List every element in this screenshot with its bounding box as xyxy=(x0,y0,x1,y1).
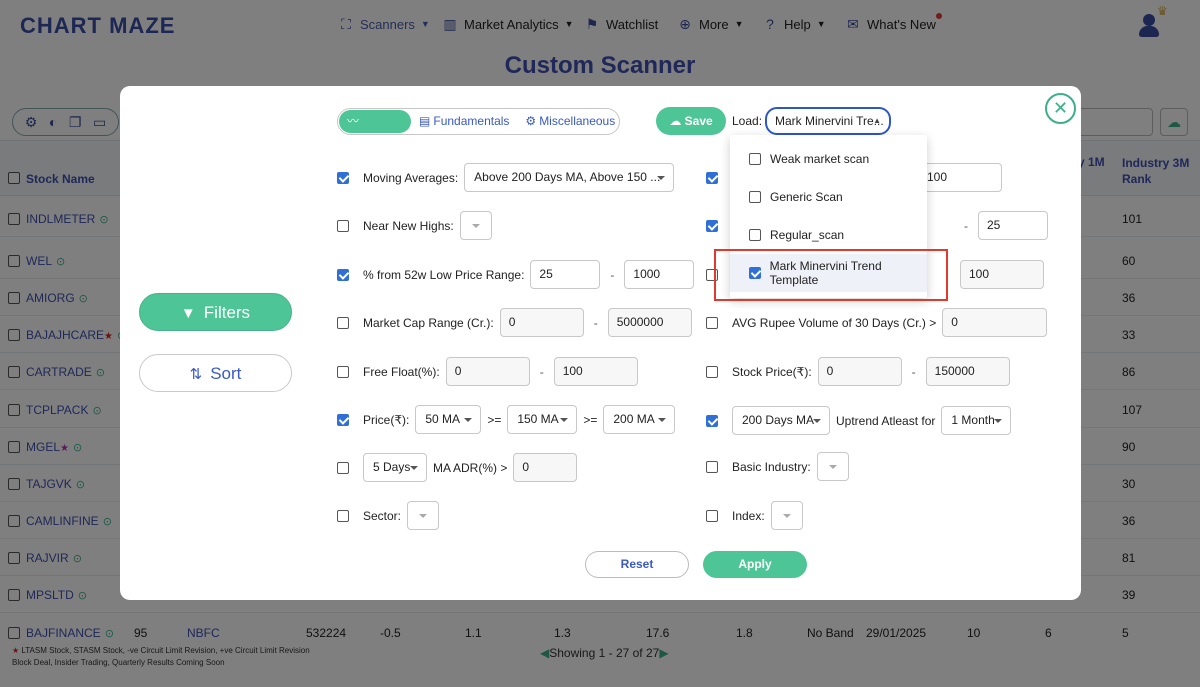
tab-fundamentals[interactable]: ▤ Fundamentals xyxy=(411,110,517,133)
sector-filter: Sector: xyxy=(337,501,440,530)
free-float-min-input[interactable]: 0 xyxy=(445,357,530,386)
cloud-upload-icon: ☁ xyxy=(669,114,685,128)
filter-tabs: 〰Technicals ▤ Fundamentals ⚙ Miscellaneous xyxy=(337,108,623,151)
basic-industry-filter: Basic Industry: xyxy=(706,452,849,481)
right-filter-2-checkbox[interactable] xyxy=(706,219,718,232)
funnel-icon: ▼ xyxy=(180,305,196,322)
52w-low-min-input[interactable]: 25 xyxy=(530,260,601,289)
close-icon[interactable]: ✕ xyxy=(1045,93,1076,124)
document-icon: ▤ xyxy=(419,114,431,128)
index-filter: Index: xyxy=(706,501,803,530)
market-cap-filter: Market Cap Range (Cr.): 0 - 5000000 xyxy=(337,308,692,337)
near-new-highs-select[interactable] xyxy=(459,211,492,240)
ma-adr-filter: 5 Days MA ADR(%) > 0 xyxy=(337,453,578,482)
right-filter-1-checkbox[interactable] xyxy=(706,171,718,184)
moving-averages-select[interactable]: Above 200 Days MA, Above 150 ... xyxy=(464,163,675,192)
save-button[interactable]: ☁ Save xyxy=(656,107,726,135)
uptrend-ma-select[interactable]: 200 Days MA xyxy=(732,406,830,435)
uptrend-filter: 200 Days MA Uptrend Atleast for 1 Month xyxy=(706,406,1012,435)
price-ma-checkbox[interactable] xyxy=(337,413,349,426)
dropdown-option-generic-scan[interactable]: Generic Scan xyxy=(730,178,927,216)
line-chart-icon: 〰 xyxy=(347,114,360,128)
sort-button[interactable]: ⇅ Sort xyxy=(139,354,292,392)
right-filter-3-input[interactable]: 100 xyxy=(960,260,1044,289)
right-filter-2-max-input[interactable]: 25 xyxy=(978,211,1048,240)
avg-rupee-volume-input[interactable]: 0 xyxy=(942,308,1048,337)
price-ma1-select[interactable]: 50 MA xyxy=(415,405,482,434)
near-new-highs-filter: Near New Highs: xyxy=(337,211,492,240)
moving-averages-checkbox[interactable] xyxy=(337,171,349,184)
stock-price-checkbox[interactable] xyxy=(706,365,718,378)
sector-checkbox[interactable] xyxy=(337,509,349,522)
option-checkbox[interactable] xyxy=(749,191,761,203)
market-cap-max-input[interactable]: 5000000 xyxy=(607,308,692,337)
52w-low-range-filter: % from 52w Low Price Range: 25 - 1000 xyxy=(337,260,695,289)
free-float-checkbox[interactable] xyxy=(337,365,349,378)
sort-icon: ⇅ xyxy=(189,366,203,383)
avg-rupee-volume-checkbox[interactable] xyxy=(706,316,718,329)
price-ma3-select[interactable]: 200 MA xyxy=(603,405,676,434)
52w-low-max-input[interactable]: 1000 xyxy=(624,260,695,289)
highlight-annotation-box xyxy=(714,249,948,301)
price-ma-filter: Price(₹): 50 MA >= 150 MA >= 200 MA xyxy=(337,405,676,434)
ma-adr-input[interactable]: 0 xyxy=(513,453,578,482)
load-scan-select[interactable]: Mark Minervini Tre... ▲ xyxy=(765,107,891,135)
stock-price-filter: Stock Price(₹): 0 - 150000 xyxy=(706,357,1010,386)
apply-button[interactable]: Apply xyxy=(703,551,807,578)
dropdown-option-weak-market-scan[interactable]: Weak market scan xyxy=(730,140,927,178)
market-cap-checkbox[interactable] xyxy=(337,316,349,329)
cogs-icon: ⚙ xyxy=(525,114,537,128)
chevron-up-icon: ▲ xyxy=(873,116,881,125)
index-select[interactable] xyxy=(770,501,803,530)
filters-button[interactable]: ▼ Filters xyxy=(139,293,292,331)
sector-select[interactable] xyxy=(407,501,440,530)
stock-price-max-input[interactable]: 150000 xyxy=(925,357,1010,386)
tab-miscellaneous[interactable]: ⚙ Miscellaneous xyxy=(517,110,623,133)
option-checkbox[interactable] xyxy=(749,153,761,165)
52w-low-range-checkbox[interactable] xyxy=(337,268,349,281)
market-cap-min-input[interactable]: 0 xyxy=(499,308,584,337)
moving-averages-filter: Moving Averages: Above 200 Days MA, Abov… xyxy=(337,163,675,192)
avg-rupee-volume-filter: AVG Rupee Volume of 30 Days (Cr.) > 0 xyxy=(706,308,1048,337)
right-filter-1-input[interactable]: 100 xyxy=(918,163,1002,192)
uptrend-checkbox[interactable] xyxy=(706,414,718,427)
price-ma2-select[interactable]: 150 MA xyxy=(507,405,578,434)
near-new-highs-checkbox[interactable] xyxy=(337,219,349,232)
tab-technicals[interactable]: 〰Technicals xyxy=(339,110,412,151)
custom-scanner-modal: ✕ ▼ Filters ⇅ Sort 〰Technicals ▤ Fundamenta… xyxy=(120,86,1081,600)
stock-price-min-input[interactable]: 0 xyxy=(817,357,902,386)
option-checkbox[interactable] xyxy=(749,229,761,241)
reset-button[interactable]: Reset xyxy=(585,551,689,578)
load-label: Load: xyxy=(732,114,763,128)
ma-adr-period-select[interactable]: 5 Days xyxy=(363,453,427,482)
basic-industry-checkbox[interactable] xyxy=(706,460,718,473)
free-float-max-input[interactable]: 100 xyxy=(553,357,638,386)
ma-adr-checkbox[interactable] xyxy=(337,461,349,474)
free-float-filter: Free Float(%): 0 - 100 xyxy=(337,357,638,386)
index-checkbox[interactable] xyxy=(706,509,718,522)
uptrend-period-select[interactable]: 1 Month xyxy=(941,406,1012,435)
basic-industry-select[interactable] xyxy=(816,452,849,481)
